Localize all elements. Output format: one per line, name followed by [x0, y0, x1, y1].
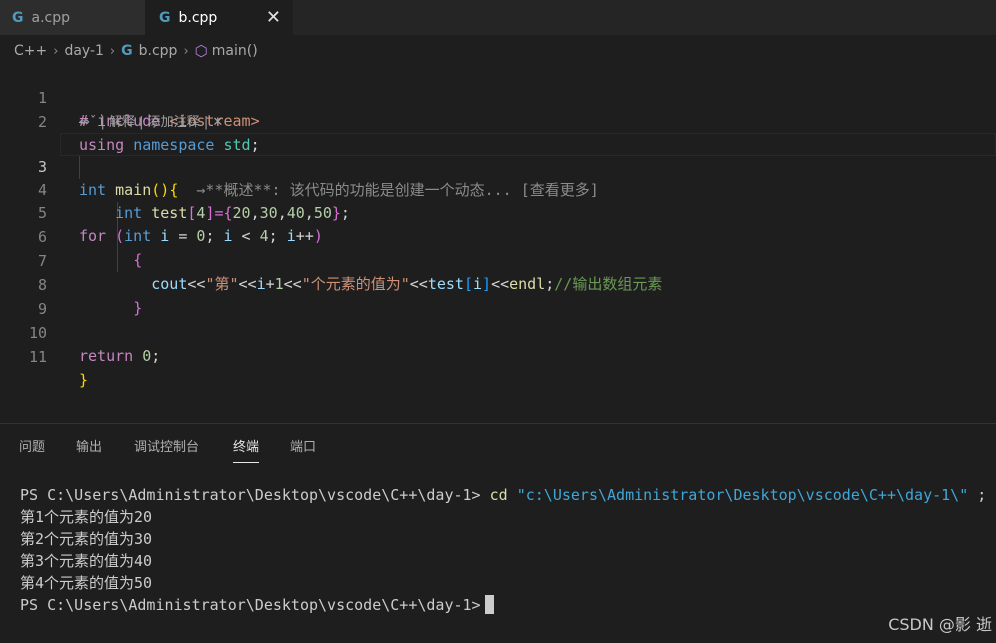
terminal-command-rest: ; i: [977, 486, 996, 504]
line-number: 11: [28, 348, 47, 366]
terminal-line: 第4个元素的值为50: [20, 574, 153, 592]
terminal-line: 第1个元素的值为20: [20, 508, 153, 526]
code-token: 0: [142, 347, 152, 365]
terminal-output[interactable]: PS C:\Users\Administrator\Desktop\vscode…: [20, 484, 996, 616]
code-line: 1 # include <iostream>: [0, 64, 996, 130]
code-line: 9: [0, 275, 996, 318]
code-line: 4 int test[4]={20,30,40,50};: [0, 156, 996, 222]
breadcrumb-item-file[interactable]: b.cpp: [139, 43, 178, 59]
close-icon[interactable]: ✕: [266, 7, 281, 28]
terminal-cursor: [484, 595, 494, 614]
tab-a-cpp[interactable]: G a.cpp: [0, 0, 145, 35]
code-editor[interactable]: 1 # include <iostream> 2 using namespace…: [0, 64, 996, 424]
breadcrumb-item-folder[interactable]: day-1: [64, 43, 103, 59]
code-line: 7 cout<<"第"<<i+1<<"个元素的值为"<<test[i]<<end…: [0, 227, 996, 293]
terminal-prompt: PS C:\Users\Administrator\Desktop\vscode…: [20, 596, 481, 614]
terminal-line: PS C:\Users\Administrator\Desktop\vscode…: [20, 484, 996, 506]
code-token: }: [79, 371, 89, 389]
chevron-right-icon: ›: [109, 43, 116, 59]
terminal-prompt: PS C:\Users\Administrator\Desktop\vscode…: [20, 486, 490, 504]
tab-label: a.cpp: [31, 9, 71, 26]
code-line: 6 {: [0, 203, 996, 269]
code-token: return: [79, 347, 134, 365]
tab-b-cpp[interactable]: G b.cpp ✕: [145, 0, 293, 35]
tab-debug-console[interactable]: 调试控制台: [134, 436, 199, 455]
terminal-line: PS C:\Users\Administrator\Desktop\vscode…: [20, 594, 996, 616]
code-line: 8 }: [0, 251, 996, 317]
code-line: 11 }: [0, 323, 996, 389]
tab-ports[interactable]: 端口: [290, 436, 316, 455]
terminal-line: 第3个元素的值为40: [20, 552, 153, 570]
breadcrumb-item-symbol[interactable]: main(): [212, 43, 258, 59]
watermark: CSDN @影 逝: [888, 615, 992, 634]
chevron-right-icon: ›: [53, 43, 59, 59]
tab-terminal[interactable]: 终端: [233, 436, 260, 463]
tab-problems[interactable]: 问题: [19, 436, 45, 455]
breadcrumb: C++ › day-1 › G b.cpp › ⬡ main(): [0, 40, 258, 62]
code-lens-actions[interactable]: ⇎ˇ | 解释 | 添加注释 | ✕: [79, 114, 223, 132]
cpp-file-icon: G: [159, 9, 171, 26]
tab-output[interactable]: 输出: [76, 436, 102, 455]
code-line: 5 for (int i = 0; i < 4; i++): [0, 179, 996, 245]
terminal-command-arg: "c:\Users\Administrator\Desktop\vscode\C…: [507, 486, 969, 504]
terminal-line: 第2个元素的值为30: [20, 530, 153, 548]
cpp-file-icon: G: [121, 43, 133, 59]
terminal-command: cd: [489, 486, 508, 504]
tab-label: b.cpp: [178, 9, 218, 26]
bottom-panel: 问题 输出 调试控制台 终端 端口 PS C:\Users\Administra…: [0, 423, 996, 643]
line-number: 2: [37, 113, 47, 131]
code-line: 10 return 0;: [0, 299, 996, 365]
code-token: ;: [151, 347, 161, 365]
cpp-file-icon: G: [12, 9, 24, 26]
code-line: 3 int main(){ →**概述**: 该代码的功能是创建一个动态... …: [0, 133, 996, 199]
code-line: 2 using namespace std;: [0, 88, 996, 154]
method-cube-icon: ⬡: [194, 42, 208, 60]
editor-tab-bar: G a.cpp G b.cpp ✕: [0, 0, 996, 35]
chevron-right-icon: ›: [183, 43, 189, 59]
breadcrumb-item-lang[interactable]: C++: [14, 43, 47, 59]
